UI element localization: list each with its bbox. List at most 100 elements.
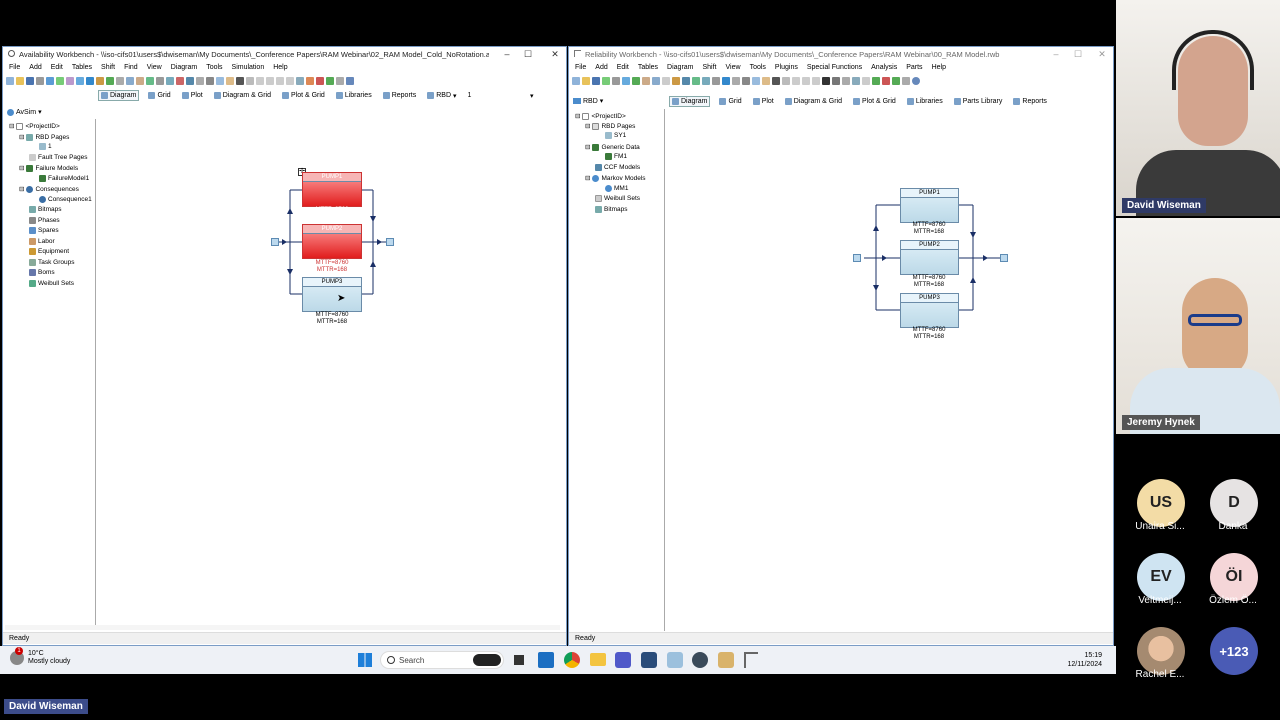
menu-tools[interactable]: Tools (750, 64, 766, 71)
menu-help[interactable]: Help (932, 64, 946, 71)
tree-item-failuremodel1[interactable]: FailureModel1 (39, 175, 89, 182)
tree-item-consequences[interactable]: ⊟ Consequences (19, 185, 79, 193)
delete-icon[interactable] (236, 77, 244, 85)
tool-icon[interactable] (642, 77, 650, 85)
tool-icon[interactable] (156, 77, 164, 85)
taskbar-search[interactable]: Search (380, 651, 504, 669)
tab-grid[interactable]: Grid (717, 97, 743, 106)
menu-diagram[interactable]: Diagram (171, 64, 197, 71)
menu-analysis[interactable]: Analysis (871, 64, 897, 71)
app-icon[interactable] (641, 652, 657, 668)
clock[interactable]: 15:19 12/11/2024 (1062, 651, 1102, 669)
reliability-workbench-window[interactable]: Reliability Workbench - \\iso-cifs01\use… (568, 46, 1114, 646)
tool-icon[interactable] (832, 77, 840, 85)
tree-item-task-groups[interactable]: Task Groups (29, 259, 75, 266)
menu-view[interactable]: View (726, 64, 741, 71)
tool-icon[interactable] (46, 77, 54, 85)
participant-photo-avatar[interactable] (1137, 627, 1185, 675)
menu-tables[interactable]: Tables (638, 64, 658, 71)
tool-icon[interactable] (682, 77, 690, 85)
menu-file[interactable]: File (9, 64, 20, 71)
tool-icon[interactable] (722, 77, 730, 85)
tab-reports[interactable]: Reports (1011, 97, 1049, 106)
tree-item-page-1[interactable]: 1 (39, 143, 52, 150)
menu-special-functions[interactable]: Special Functions (807, 64, 862, 71)
page-number-select[interactable]: 1 ▾ (466, 91, 536, 101)
tool-icon[interactable] (126, 77, 134, 85)
tree-item-weibull-sets[interactable]: Weibull Sets (595, 195, 640, 202)
app-icon[interactable] (718, 652, 734, 668)
menu-find[interactable]: Find (124, 64, 138, 71)
rbd-block-pump2[interactable]: PUMP2 (302, 224, 362, 259)
tree-item-phases[interactable]: Phases (29, 217, 60, 224)
open-icon[interactable] (16, 77, 24, 85)
tool-icon[interactable] (882, 77, 890, 85)
menu-tables[interactable]: Tables (72, 64, 92, 71)
rbd-block-pump1[interactable]: PUMP1 (302, 172, 362, 207)
copy-icon[interactable] (752, 77, 760, 85)
tab-libraries[interactable]: Libraries (905, 97, 945, 106)
menu-edit[interactable]: Edit (617, 64, 629, 71)
tool-icon[interactable] (662, 77, 670, 85)
tree-item-rbd-pages[interactable]: ⊟ RBD Pages (19, 133, 69, 141)
video-tile-speaker1[interactable]: David Wiseman (1116, 0, 1280, 216)
tool-icon[interactable] (902, 77, 910, 85)
tree-item-ccf-models[interactable]: CCF Models (595, 164, 640, 171)
tool-icon[interactable] (692, 77, 700, 85)
teams-icon[interactable] (615, 652, 631, 668)
title-bar[interactable]: Reliability Workbench - \\iso-cifs01\use… (569, 47, 1113, 61)
tree-item-labor[interactable]: Labor (29, 238, 55, 245)
tool-icon[interactable] (306, 77, 314, 85)
tree-item-fault-tree-pages[interactable]: Fault Tree Pages (29, 154, 88, 161)
tool-icon[interactable] (802, 77, 810, 85)
tab-diagram[interactable]: Diagram (669, 96, 711, 107)
tool-icon[interactable] (812, 77, 820, 85)
menu-add[interactable]: Add (595, 64, 607, 71)
horizontal-scrollbar[interactable] (5, 625, 560, 630)
tree-item-equipment[interactable]: Equipment (29, 248, 69, 255)
input-node[interactable] (853, 254, 861, 262)
tab-libraries[interactable]: Libraries (334, 91, 374, 100)
menu-edit[interactable]: Edit (51, 64, 63, 71)
tool-icon[interactable] (286, 77, 294, 85)
outlook-icon[interactable] (538, 652, 554, 668)
tree-item-project[interactable]: ⊟ <ProjectID> (575, 112, 626, 120)
menu-shift[interactable]: Shift (703, 64, 717, 71)
taskview-icon[interactable] (514, 655, 524, 665)
save-icon[interactable] (26, 77, 34, 85)
tool-icon[interactable] (622, 77, 630, 85)
paste-icon[interactable] (762, 77, 770, 85)
tool-icon[interactable] (732, 77, 740, 85)
undo-icon[interactable] (246, 77, 254, 85)
tool-icon[interactable] (146, 77, 154, 85)
open-icon[interactable] (582, 77, 590, 85)
tool-icon[interactable] (116, 77, 124, 85)
tree-item-mm1[interactable]: MM1 (605, 185, 628, 192)
tool-icon[interactable] (166, 77, 174, 85)
output-node[interactable] (1000, 254, 1008, 262)
tool-icon[interactable] (176, 77, 184, 85)
save-icon[interactable] (592, 77, 600, 85)
tool-icon[interactable] (106, 77, 114, 85)
menu-view[interactable]: View (147, 64, 162, 71)
tool-icon[interactable] (96, 77, 104, 85)
menu-add[interactable]: Add (29, 64, 41, 71)
tool-icon[interactable] (892, 77, 900, 85)
tab-plot[interactable]: Plot (180, 91, 205, 100)
app-icon[interactable] (667, 652, 683, 668)
menu-diagram[interactable]: Diagram (667, 64, 693, 71)
tree-item-bitmaps[interactable]: Bitmaps (595, 206, 627, 213)
participant-avatar[interactable]: ÖI (1210, 553, 1258, 601)
module-selector[interactable]: RBD ▾ (573, 97, 603, 105)
tool-icon[interactable] (792, 77, 800, 85)
tree-item-failure-models[interactable]: ⊟ Failure Models (19, 164, 78, 172)
app-icon[interactable] (744, 652, 758, 668)
menu-plugins[interactable]: Plugins (775, 64, 798, 71)
tree-item-boms[interactable]: Boms (29, 269, 55, 276)
tree-item-project[interactable]: ⊟ <ProjectID> (9, 122, 60, 130)
cut-icon[interactable] (742, 77, 750, 85)
file-explorer-icon[interactable] (590, 653, 606, 666)
tool-icon[interactable] (702, 77, 710, 85)
tab-diagram-grid[interactable]: Diagram & Grid (212, 91, 273, 100)
more-participants-button[interactable]: +123 (1210, 627, 1258, 675)
